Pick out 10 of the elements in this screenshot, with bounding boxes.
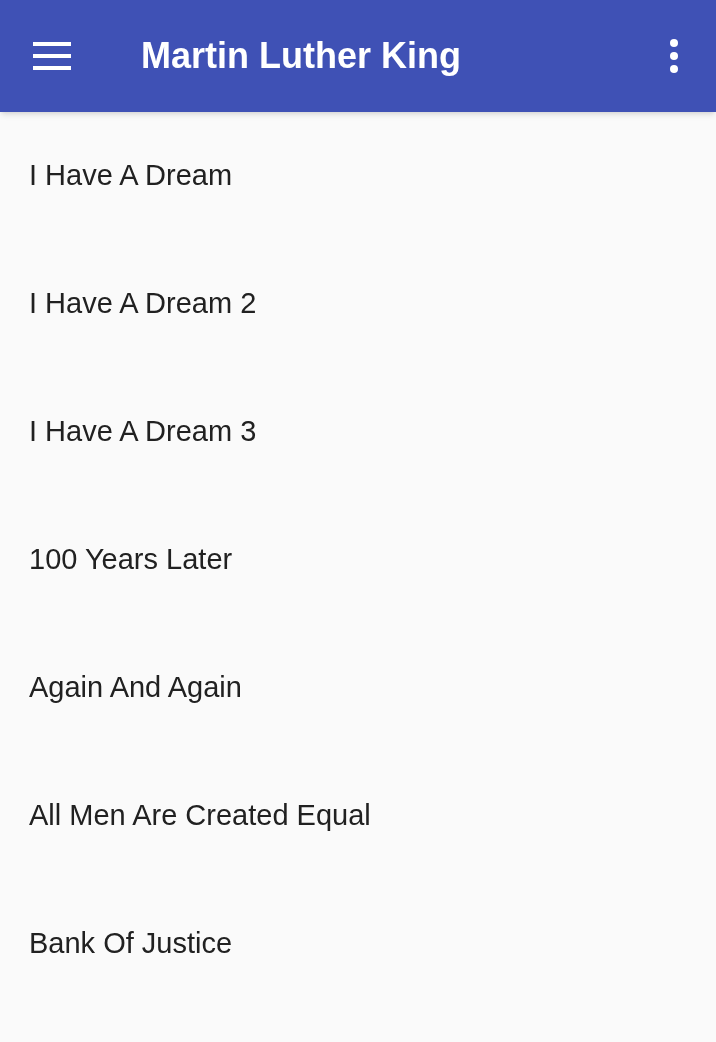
menu-icon[interactable] <box>33 42 71 70</box>
list-item[interactable]: Again And Again <box>0 624 716 752</box>
list-item[interactable]: All Men Are Created Equal <box>0 752 716 880</box>
list-item[interactable]: 100 Years Later <box>0 496 716 624</box>
list-item[interactable]: I Have A Dream <box>0 112 716 240</box>
list-item[interactable]: I Have A Dream 2 <box>0 240 716 368</box>
list-item[interactable]: I Have A Dream 3 <box>0 368 716 496</box>
list-item[interactable]: Bank Of Justice <box>0 880 716 1008</box>
more-options-icon[interactable] <box>669 39 678 73</box>
app-title: Martin Luther King <box>141 34 462 78</box>
